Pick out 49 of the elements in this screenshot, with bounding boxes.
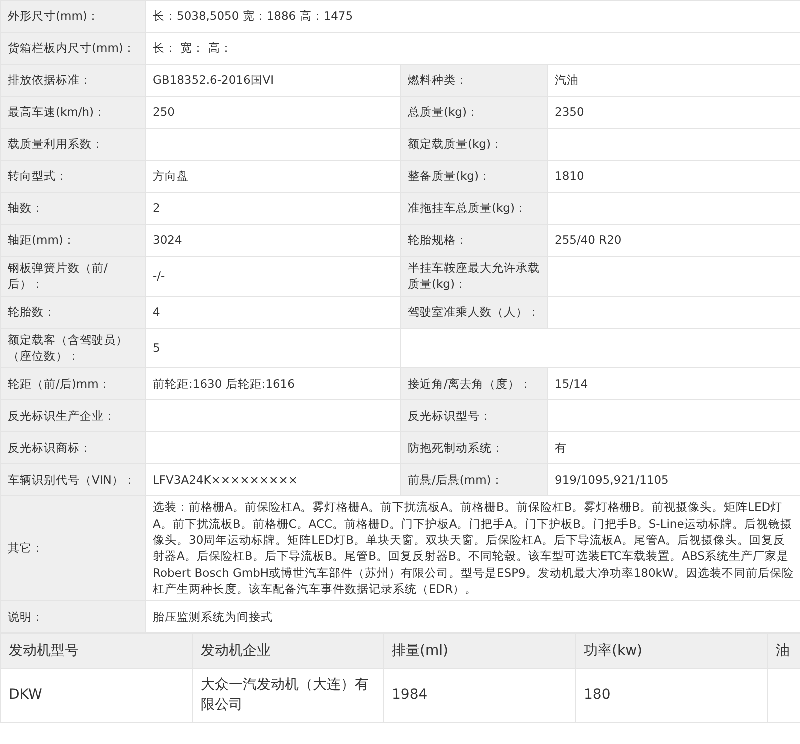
column-header: 排量(ml) — [384, 634, 576, 669]
spec-value: 5 — [146, 328, 400, 368]
column-header: 功率(kw) — [576, 634, 768, 669]
table-cell: 1984 — [384, 668, 576, 723]
spec-label: 其它： — [0, 496, 146, 601]
spec-value: GB18352.6-2016国VI — [146, 64, 400, 96]
spec-label: 驾驶室准乘人数（人）： — [400, 296, 548, 328]
column-header: 发动机企业 — [192, 634, 384, 669]
spec-label: 轮胎数： — [0, 296, 146, 328]
spec-value: 250 — [146, 96, 400, 128]
spec-label: 说明： — [0, 600, 146, 633]
table-cell: 180 — [576, 668, 768, 723]
table-cell: 大众一汽发动机（大连）有限公司 — [192, 668, 384, 723]
spec-label: 排放依据标准： — [0, 64, 146, 96]
spec-value: 长：5038,5050 宽：1886 高：1475 — [146, 0, 800, 32]
spec-label: 货箱栏板内尺寸(mm)： — [0, 32, 146, 64]
spec-label: 载质量利用系数： — [0, 128, 146, 160]
table-cell: DKW — [0, 668, 192, 723]
spec-label: 轮胎规格： — [400, 224, 548, 256]
spec-value: -/- — [146, 256, 400, 296]
column-header: 油 — [768, 634, 800, 669]
spec-label: 防抱死制动系统： — [400, 432, 548, 464]
spec-label: 接近角/离去角（度）： — [400, 368, 548, 400]
spec-label: 车辆识别代号（VIN）： — [0, 464, 146, 496]
spec-value: 前轮距:1630 后轮距:1616 — [146, 368, 400, 400]
spec-label: 前悬/后悬(mm)： — [400, 464, 548, 496]
spec-value: 3024 — [146, 224, 400, 256]
spec-label: 总质量(kg)： — [400, 96, 548, 128]
spec-value: 4 — [146, 296, 400, 328]
spec-label: 轴距(mm)： — [0, 224, 146, 256]
spec-label: 反光标识型号： — [400, 400, 548, 432]
spec-label: 额定载客（含驾驶员）（座位数）： — [0, 328, 146, 368]
spec-label: 轮距（前/后)mm： — [0, 368, 146, 400]
spec-label: 反光标识商标： — [0, 432, 146, 464]
spec-label: 钢板弹簧片数（前/后）： — [0, 256, 146, 296]
spec-value: 方向盘 — [146, 160, 400, 192]
spec-label: 轴数： — [0, 192, 146, 224]
spec-label: 反光标识生产企业： — [0, 400, 146, 432]
spec-label: 准拖挂车总质量(kg)： — [400, 192, 548, 224]
spec-value: LFV3A24K××××××××× — [146, 464, 400, 496]
spec-label: 额定载质量(kg)： — [400, 128, 548, 160]
spec-value: 2 — [146, 192, 400, 224]
spec-label: 转向型式： — [0, 160, 146, 192]
spec-label: 外形尺寸(mm)： — [0, 0, 146, 32]
spec-label: 燃料种类： — [400, 64, 548, 96]
spec-label: 最高车速(km/h)： — [0, 96, 146, 128]
spec-label: 整备质量(kg)： — [400, 160, 548, 192]
column-header: 发动机型号 — [0, 634, 192, 669]
spec-label: 半挂车鞍座最大允许承载质量(kg)： — [400, 256, 548, 296]
